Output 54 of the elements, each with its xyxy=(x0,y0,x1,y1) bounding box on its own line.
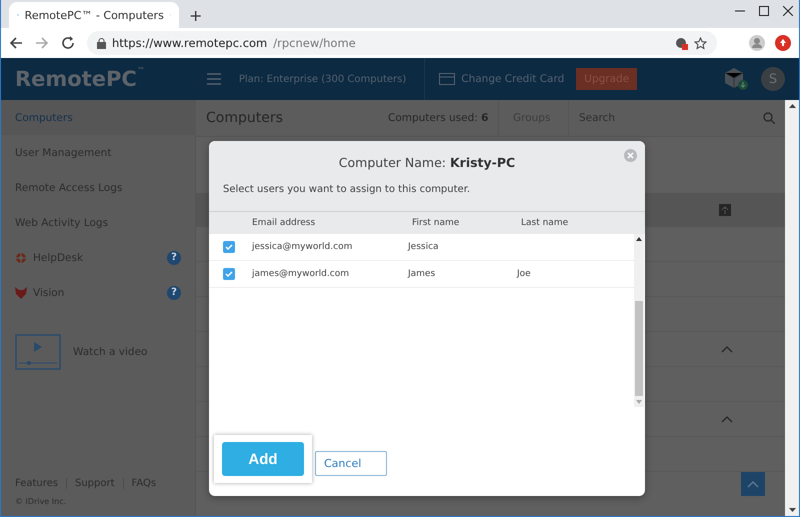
checkbox[interactable] xyxy=(223,241,235,253)
back-arrow-icon[interactable] xyxy=(9,36,23,50)
plan-label: Plan: Enterprise (300 Computers) xyxy=(238,74,406,84)
scrollbar-thumb[interactable] xyxy=(635,301,643,396)
help-icon[interactable]: ? xyxy=(167,250,181,264)
browser-tab[interactable]: RemotePC™ - Computers xyxy=(9,2,179,28)
column-header: First name xyxy=(412,218,460,228)
url-host: https://www.remotepc.com xyxy=(112,36,268,50)
maximize-icon[interactable] xyxy=(759,6,769,16)
scroll-up-icon[interactable] xyxy=(788,104,796,108)
change-credit-card-link[interactable]: Change Credit Card xyxy=(439,73,564,85)
scroll-to-top-button[interactable] xyxy=(741,472,765,496)
star-icon[interactable] xyxy=(694,36,707,50)
upload-icon[interactable] xyxy=(719,204,731,216)
add-button[interactable]: Add xyxy=(222,442,304,476)
help-icon[interactable]: ? xyxy=(167,286,181,300)
chevron-up-icon[interactable] xyxy=(721,416,733,422)
address-bar[interactable]: https://www.remotepc.com /rpcnew/home xyxy=(87,31,717,55)
package-download-icon[interactable] xyxy=(723,67,749,91)
instruction-text: Select users you want to assign to this computer. xyxy=(223,184,472,195)
sidebar-item[interactable]: Computers xyxy=(1,100,195,135)
update-icon[interactable] xyxy=(775,35,791,51)
chevron-up-icon xyxy=(747,480,759,488)
scroll-down-icon[interactable] xyxy=(788,508,796,512)
column-header: Email address xyxy=(252,218,316,228)
scroll-up-icon[interactable] xyxy=(636,237,642,241)
dialog-title: Computer Name: Kristy-PC xyxy=(338,155,516,170)
menu-icon[interactable] xyxy=(206,73,221,85)
tab-title: RemotePC™ - Computers xyxy=(24,8,164,22)
forward-arrow-icon[interactable] xyxy=(35,36,49,50)
check-icon xyxy=(225,244,233,250)
trademark-mark: ™ xyxy=(136,66,145,75)
first-name-cell-text: James xyxy=(408,269,436,279)
app-logo: RemotePC xyxy=(15,67,137,91)
checkbox[interactable] xyxy=(223,268,235,280)
cookie-blocked-icon[interactable] xyxy=(675,36,688,50)
video-player-icon xyxy=(15,334,61,370)
lock-icon xyxy=(97,38,106,48)
reload-icon[interactable] xyxy=(61,36,75,50)
last-name-cell-text: Joe xyxy=(517,269,532,279)
new-tab-button[interactable]: + xyxy=(189,2,202,28)
lifebuoy-icon xyxy=(15,252,27,264)
column-header: Last name xyxy=(521,218,570,228)
search-icon[interactable] xyxy=(763,112,775,124)
check-icon xyxy=(225,271,233,277)
chevron-up-icon[interactable] xyxy=(721,346,733,352)
cancel-button[interactable]: Cancel xyxy=(315,451,387,476)
email-cell-text: jessica@myworld.com xyxy=(252,242,354,252)
fox-icon xyxy=(15,286,27,298)
email-cell-text: james@myworld.com xyxy=(252,269,350,279)
credit-card-icon xyxy=(439,73,456,85)
first-name-cell-text: Jessica xyxy=(408,242,440,252)
url-path: /rpcnew/home xyxy=(273,36,356,50)
profile-icon[interactable] xyxy=(749,35,765,51)
